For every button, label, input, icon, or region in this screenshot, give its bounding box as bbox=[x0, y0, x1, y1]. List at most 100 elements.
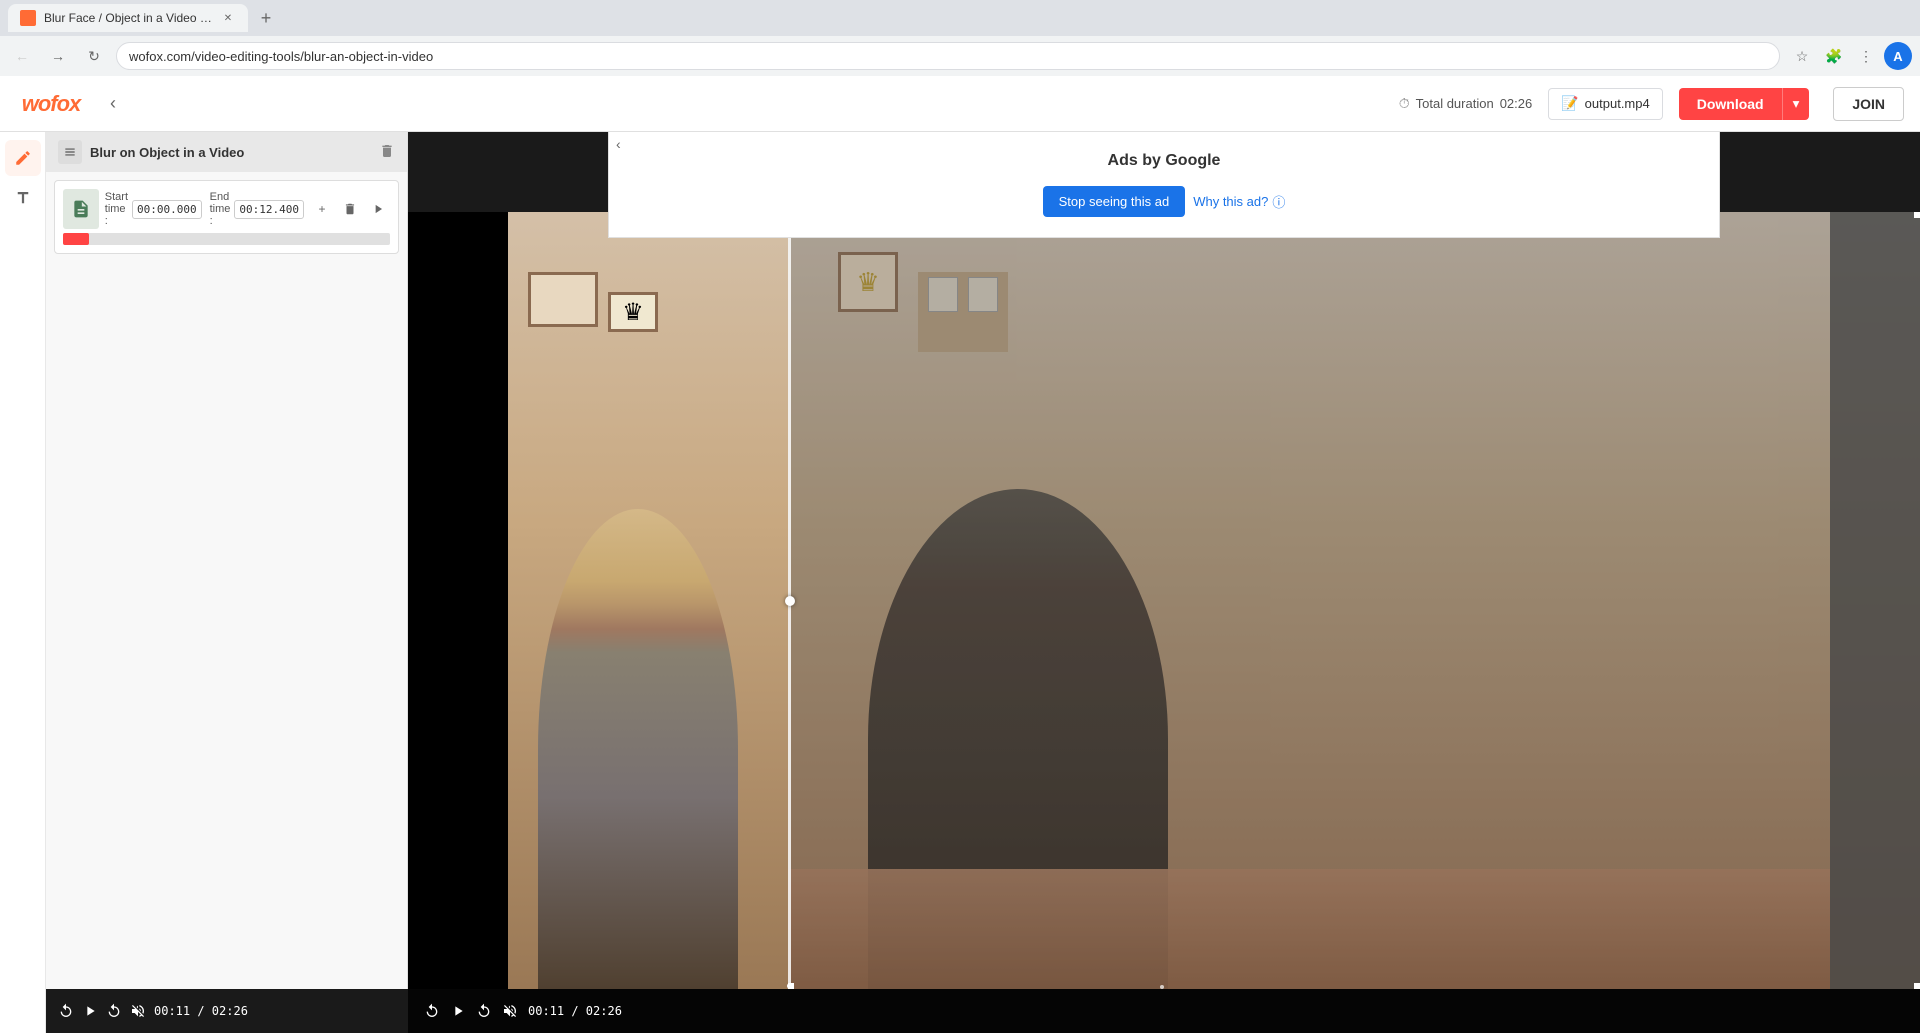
play-btn-left[interactable] bbox=[82, 1003, 98, 1019]
video-left: ♛ bbox=[408, 212, 788, 989]
scene: ♛ ♛ bbox=[408, 212, 1920, 989]
mute-btn-left[interactable] bbox=[130, 1003, 146, 1019]
download-btn[interactable]: Download bbox=[1679, 88, 1782, 120]
back-btn[interactable]: ← bbox=[8, 42, 36, 70]
clock-icon: ⏱ bbox=[1399, 95, 1410, 112]
selection-handle-br[interactable] bbox=[1914, 983, 1920, 989]
photo-2 bbox=[968, 277, 998, 312]
track-times: Start time : 00:00.000 End time : 00:12.… bbox=[105, 191, 304, 227]
end-time-value[interactable]: 00:12.400 bbox=[234, 200, 304, 219]
back-nav-btn[interactable]: ‹ bbox=[98, 89, 128, 119]
wofox-logo[interactable]: wofox bbox=[16, 86, 86, 121]
track-play-btn[interactable] bbox=[366, 197, 390, 221]
start-time-field: Start time : 00:00.000 bbox=[105, 191, 202, 227]
sofa-hint bbox=[788, 869, 1830, 989]
join-btn[interactable]: JOIN bbox=[1833, 87, 1904, 121]
timeline-bar bbox=[63, 233, 390, 245]
panel-content: Start time : 00:00.000 End time : 00:12.… bbox=[46, 172, 407, 1033]
photo-1 bbox=[928, 277, 958, 312]
track-add-btn[interactable]: + bbox=[310, 197, 334, 221]
wall-art-1 bbox=[528, 272, 598, 327]
edit-panel: Blur on Object in a Video Start time : 0… bbox=[46, 132, 408, 1033]
selection-handle-bl[interactable] bbox=[788, 983, 794, 989]
panel-icon bbox=[58, 140, 82, 164]
time-display-left: 00:11 / 02:26 bbox=[154, 1004, 248, 1018]
active-tab[interactable]: Blur Face / Object in a Video | W... ✕ bbox=[8, 4, 248, 32]
forward-btn[interactable]: → bbox=[44, 42, 72, 70]
split-line[interactable] bbox=[788, 212, 791, 989]
wall-art-right-1: ♛ bbox=[838, 252, 898, 312]
address-bar: ← → ↻ wofox.com/video-editing-tools/blur… bbox=[0, 36, 1920, 76]
duration-info: ⏱ Total duration 02:26 bbox=[1399, 95, 1533, 112]
vc-loop-btn[interactable] bbox=[424, 1003, 440, 1019]
download-btn-group: Download ▾ bbox=[1679, 88, 1810, 120]
ad-buttons: Stop seeing this ad Why this ad? ⓘ bbox=[1043, 186, 1286, 217]
filename-text: output.mp4 bbox=[1585, 96, 1650, 111]
video-controls-bar: 00:11 / 02:26 bbox=[408, 989, 1920, 1033]
start-time-label: Start time : bbox=[105, 191, 128, 227]
track-actions: + bbox=[310, 197, 390, 221]
person-figure-left bbox=[538, 509, 738, 989]
video-canvas: ♛ ♛ bbox=[408, 212, 1920, 989]
ad-overlay: ‹ Ads by Google Stop seeing this ad Why … bbox=[608, 132, 1720, 238]
photo-board bbox=[918, 272, 1008, 352]
browser-actions: ☆ 🧩 ⋮ A bbox=[1788, 42, 1912, 70]
main-video-area: ‹ Ads by Google Stop seeing this ad Why … bbox=[408, 132, 1920, 1033]
ads-prefix: Ads by bbox=[1108, 152, 1166, 169]
ads-brand: Google bbox=[1165, 152, 1220, 169]
black-bar-left bbox=[408, 212, 508, 989]
track-thumbnail bbox=[63, 189, 99, 229]
filename-input[interactable]: 📝 output.mp4 bbox=[1548, 88, 1662, 120]
menu-btn[interactable]: ⋮ bbox=[1852, 42, 1880, 70]
info-icon: ⓘ bbox=[1272, 192, 1285, 211]
playback-bar-left: 00:11 / 02:26 bbox=[46, 989, 408, 1033]
bookmark-btn[interactable]: ☆ bbox=[1788, 42, 1816, 70]
extensions-btn[interactable]: 🧩 bbox=[1820, 42, 1848, 70]
ad-close-arrow[interactable]: ‹ bbox=[608, 132, 629, 156]
tab-title: Blur Face / Object in a Video | W... bbox=[44, 11, 212, 25]
track-delete-btn[interactable] bbox=[338, 197, 362, 221]
selection-handle-tr[interactable] bbox=[1914, 212, 1920, 218]
reload-btn[interactable]: ↻ bbox=[80, 42, 108, 70]
vc-reset-btn[interactable] bbox=[476, 1003, 492, 1019]
stop-ad-btn[interactable]: Stop seeing this ad bbox=[1043, 186, 1186, 217]
download-arrow-btn[interactable]: ▾ bbox=[1782, 88, 1810, 120]
url-bar[interactable]: wofox.com/video-editing-tools/blur-an-ob… bbox=[116, 42, 1780, 70]
start-time-value[interactable]: 00:00.000 bbox=[132, 200, 202, 219]
edit-panel-title: Blur on Object in a Video bbox=[90, 145, 244, 160]
left-sidebar bbox=[0, 132, 46, 1033]
total-duration-value: 02:26 bbox=[1500, 96, 1533, 111]
why-ad-text: Why this ad? bbox=[1193, 194, 1268, 209]
vc-play-btn[interactable] bbox=[450, 1003, 466, 1019]
panel-delete-btn[interactable] bbox=[379, 143, 395, 162]
sidebar-edit-btn[interactable] bbox=[5, 140, 41, 176]
file-icon: 📝 bbox=[1561, 95, 1578, 112]
url-text: wofox.com/video-editing-tools/blur-an-ob… bbox=[129, 49, 433, 64]
end-time-label: End time : bbox=[210, 191, 231, 227]
edit-panel-header: Blur on Object in a Video bbox=[46, 132, 407, 172]
logo-area: wofox ‹ bbox=[16, 86, 128, 121]
app-header: wofox ‹ ⏱ Total duration 02:26 📝 output.… bbox=[0, 76, 1920, 132]
new-tab-btn[interactable]: + bbox=[252, 4, 280, 32]
split-handle bbox=[785, 596, 795, 606]
reset-btn-left[interactable] bbox=[106, 1003, 122, 1019]
browser-chrome: Blur Face / Object in a Video | W... ✕ +… bbox=[0, 0, 1920, 77]
total-duration-label: Total duration bbox=[1416, 96, 1494, 111]
end-time-field: End time : 00:12.400 bbox=[210, 191, 304, 227]
loop-btn-left[interactable] bbox=[58, 1003, 74, 1019]
video-right: ♛ bbox=[788, 212, 1920, 989]
profile-btn[interactable]: A bbox=[1884, 42, 1912, 70]
why-ad-link[interactable]: Why this ad? ⓘ bbox=[1193, 192, 1285, 211]
track-item: Start time : 00:00.000 End time : 00:12.… bbox=[54, 180, 399, 254]
sidebar-text-btn[interactable] bbox=[5, 180, 41, 216]
timeline-progress bbox=[63, 233, 89, 245]
vc-time-display: 00:11 / 02:26 bbox=[528, 1004, 622, 1018]
tab-bar: Blur Face / Object in a Video | W... ✕ + bbox=[0, 0, 1920, 36]
bottom-indicator bbox=[1160, 985, 1164, 989]
black-bar-right bbox=[1830, 212, 1920, 989]
ads-label: Ads by Google bbox=[1108, 152, 1221, 170]
tab-close-btn[interactable]: ✕ bbox=[220, 10, 236, 26]
logo-text: wofox bbox=[22, 91, 81, 117]
vc-mute-btn[interactable] bbox=[502, 1003, 518, 1019]
tab-favicon bbox=[20, 10, 36, 26]
